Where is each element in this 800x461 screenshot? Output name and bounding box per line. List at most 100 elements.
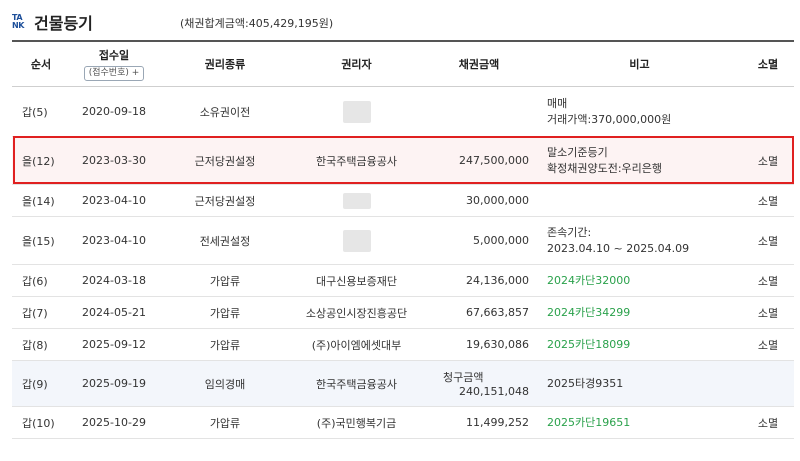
col-type: 권리종류: [158, 40, 292, 87]
row-order: 갑(6): [12, 264, 70, 297]
row-status: [742, 86, 794, 137]
row-amount: 19,630,086: [421, 328, 537, 361]
section-title: 건물등기: [34, 14, 93, 33]
row-status: 소멸: [742, 296, 794, 329]
col-status: 소멸: [742, 40, 794, 87]
table-header-row: 순서 접수일 (접수번호) + 권리종류 권리자 채권금액 비고 소멸: [12, 40, 794, 87]
row-type: 가압류: [158, 406, 292, 439]
case-number-link[interactable]: 2025카단19651: [547, 416, 630, 429]
registry-table: 순서 접수일 (접수번호) + 권리종류 권리자 채권금액 비고 소멸 갑(5)…: [12, 40, 794, 439]
row-status: [742, 360, 794, 407]
row-status: 소멸: [742, 328, 794, 361]
row-note: 말소기준등기 확정채권양도전:우리은행: [537, 136, 742, 185]
row-order: 갑(8): [12, 328, 70, 361]
row-status: 소멸: [742, 184, 794, 217]
row-note: 2024카단34299: [537, 296, 742, 329]
row-date: 2023-04-10: [70, 216, 158, 265]
row-holder: 대구신용보증재단: [292, 264, 421, 297]
row-date: 2024-05-21: [70, 296, 158, 329]
row-note: 매매 거래가액:370,000,000원: [537, 86, 742, 137]
row-status: 소멸: [742, 264, 794, 297]
row-date: 2023-03-30: [70, 136, 158, 185]
table-row-auction: 갑(9) 2025-09-19 임의경매 한국주택금융공사 청구금액 240,1…: [12, 360, 794, 407]
table-row: 갑(10) 2025-10-29 가압류 (주)국민행복기금 11,499,25…: [12, 406, 794, 439]
note-line-1: 존속기간:: [547, 225, 592, 239]
row-amount: [421, 86, 537, 137]
row-holder: 한국주택금융공사: [292, 136, 421, 185]
col-date: 접수일 (접수번호) +: [70, 40, 158, 87]
col-note: 비고: [537, 40, 742, 87]
row-order: 갑(10): [12, 406, 70, 439]
claim-amount-value: 240,151,048: [459, 385, 529, 398]
row-amount: 5,000,000: [421, 216, 537, 265]
row-date: 2025-10-29: [70, 406, 158, 439]
redacted-holder: [342, 192, 371, 209]
row-holder: (주)국민행복기금: [292, 406, 421, 439]
row-order: 갑(9): [12, 360, 70, 407]
row-note: [537, 184, 742, 217]
row-note: 2025카단19651: [537, 406, 742, 439]
row-holder: (주)아이엠에셋대부: [292, 328, 421, 361]
col-date-label: 접수일: [98, 49, 130, 62]
row-amount: 24,136,000: [421, 264, 537, 297]
note-line-1: 말소기준등기: [547, 145, 608, 159]
row-date: 2025-09-19: [70, 360, 158, 407]
row-status: 소멸: [742, 406, 794, 439]
row-amount: 30,000,000: [421, 184, 537, 217]
row-amount: 67,663,857: [421, 296, 537, 329]
col-holder: 권리자: [292, 40, 421, 87]
row-holder: 한국주택금융공사: [292, 360, 421, 407]
row-note: 존속기간: 2023.04.10 ~ 2025.04.09: [537, 216, 742, 265]
col-amount: 채권금액: [421, 40, 537, 87]
table-row: 갑(8) 2025-09-12 가압류 (주)아이엠에셋대부 19,630,08…: [12, 328, 794, 361]
row-order: 을(12): [12, 136, 70, 185]
row-type: 가압류: [158, 328, 292, 361]
row-date: 2020-09-18: [70, 86, 158, 137]
col-order: 순서: [12, 40, 70, 87]
table-row: 갑(7) 2024-05-21 가압류 소상공인시장진흥공단 67,663,85…: [12, 296, 794, 329]
tank-logo-icon: TA NK: [12, 13, 24, 30]
table-row-highlighted: 을(12) 2023-03-30 근저당권설정 한국주택금융공사 247,500…: [12, 136, 794, 185]
row-holder: [292, 216, 421, 265]
row-date: 2025-09-12: [70, 328, 158, 361]
row-order: 을(15): [12, 216, 70, 265]
row-type: 근저당권설정: [158, 184, 292, 217]
row-date: 2024-03-18: [70, 264, 158, 297]
case-number-link[interactable]: 2024카단32000: [547, 274, 630, 287]
row-holder: [292, 184, 421, 217]
row-note: 2024카단32000: [537, 264, 742, 297]
table-row: 을(14) 2023-04-10 근저당권설정 30,000,000 소멸: [12, 184, 794, 217]
note-line-1: 매매: [547, 96, 568, 110]
row-type: 근저당권설정: [158, 136, 292, 185]
claim-total: (채권합계금액:405,429,195원): [180, 17, 334, 30]
row-type: 가압류: [158, 264, 292, 297]
note-line-2: 확정채권양도전:우리은행: [547, 161, 663, 175]
note-line-2: 거래가액:370,000,000원: [547, 112, 672, 126]
row-order: 을(14): [12, 184, 70, 217]
table-row: 갑(6) 2024-03-18 가압류 대구신용보증재단 24,136,000 …: [12, 264, 794, 297]
case-number-link[interactable]: 2025카단18099: [547, 338, 630, 351]
row-type: 소유권이전: [158, 86, 292, 137]
row-type: 임의경매: [158, 360, 292, 407]
row-status: 소멸: [742, 216, 794, 265]
row-type: 가압류: [158, 296, 292, 329]
row-date: 2023-04-10: [70, 184, 158, 217]
row-holder: 소상공인시장진흥공단: [292, 296, 421, 329]
row-order: 갑(7): [12, 296, 70, 329]
row-order: 갑(5): [12, 86, 70, 137]
case-number-link[interactable]: 2024카단34299: [547, 306, 630, 319]
note-line-2: 2023.04.10 ~ 2025.04.09: [547, 241, 690, 255]
redacted-holder: [342, 229, 371, 252]
row-status: 소멸: [742, 136, 794, 185]
row-amount: 청구금액 240,151,048: [421, 360, 537, 407]
section-header: TA NK 건물등기 (채권합계금액:405,429,195원): [12, 9, 792, 35]
table-row: 을(15) 2023-04-10 전세권설정 5,000,000 존속기간: 2…: [12, 216, 794, 265]
row-amount: 11,499,252: [421, 406, 537, 439]
row-holder: [292, 86, 421, 137]
row-amount: 247,500,000: [421, 136, 537, 185]
claim-amount-label: 청구금액: [443, 371, 484, 384]
table-row: 갑(5) 2020-09-18 소유권이전 매매 거래가액:370,000,00…: [12, 86, 794, 137]
receipt-number-toggle-button[interactable]: (접수번호) +: [83, 66, 145, 81]
row-note: 2025카단18099: [537, 328, 742, 361]
redacted-holder: [342, 100, 371, 123]
